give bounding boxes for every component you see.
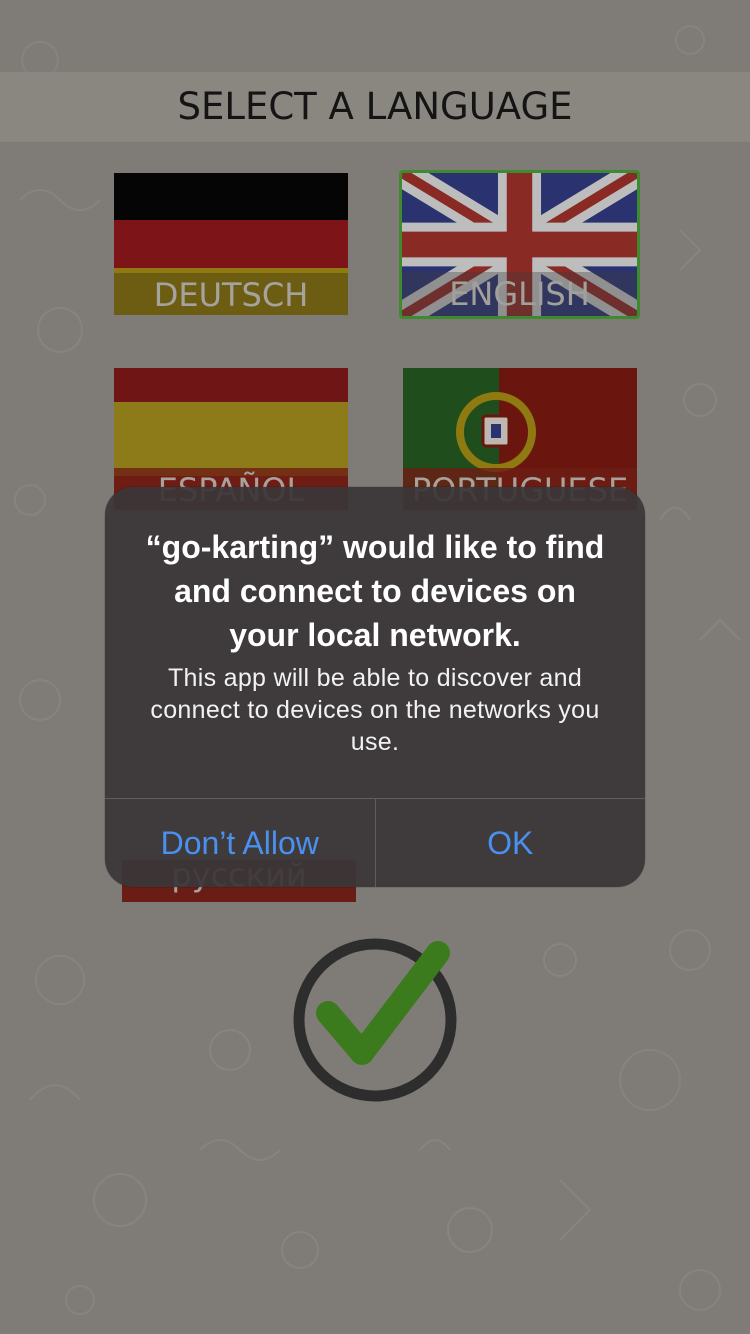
- alert-actions: Don’t Allow OK: [105, 798, 645, 887]
- alert-body: “go-karting” would like to find and conn…: [105, 487, 645, 761]
- ok-button[interactable]: OK: [374, 799, 646, 887]
- language-option-english[interactable]: ENGLISH: [399, 170, 640, 319]
- page-title: SELECT A LANGUAGE: [177, 84, 573, 128]
- language-label: DEUTSCH: [114, 273, 348, 315]
- alert-message: This app will be able to discover and co…: [150, 664, 600, 756]
- header-band: SELECT A LANGUAGE: [0, 72, 750, 142]
- language-option-deutsch[interactable]: DEUTSCH: [114, 173, 348, 315]
- permission-alert: “go-karting” would like to find and conn…: [105, 487, 645, 887]
- dont-allow-button[interactable]: Don’t Allow: [105, 799, 375, 887]
- checkmark-circle-icon[interactable]: [290, 935, 462, 1107]
- language-label: ENGLISH: [402, 272, 637, 316]
- alert-title: “go-karting” would like to find and conn…: [145, 529, 605, 653]
